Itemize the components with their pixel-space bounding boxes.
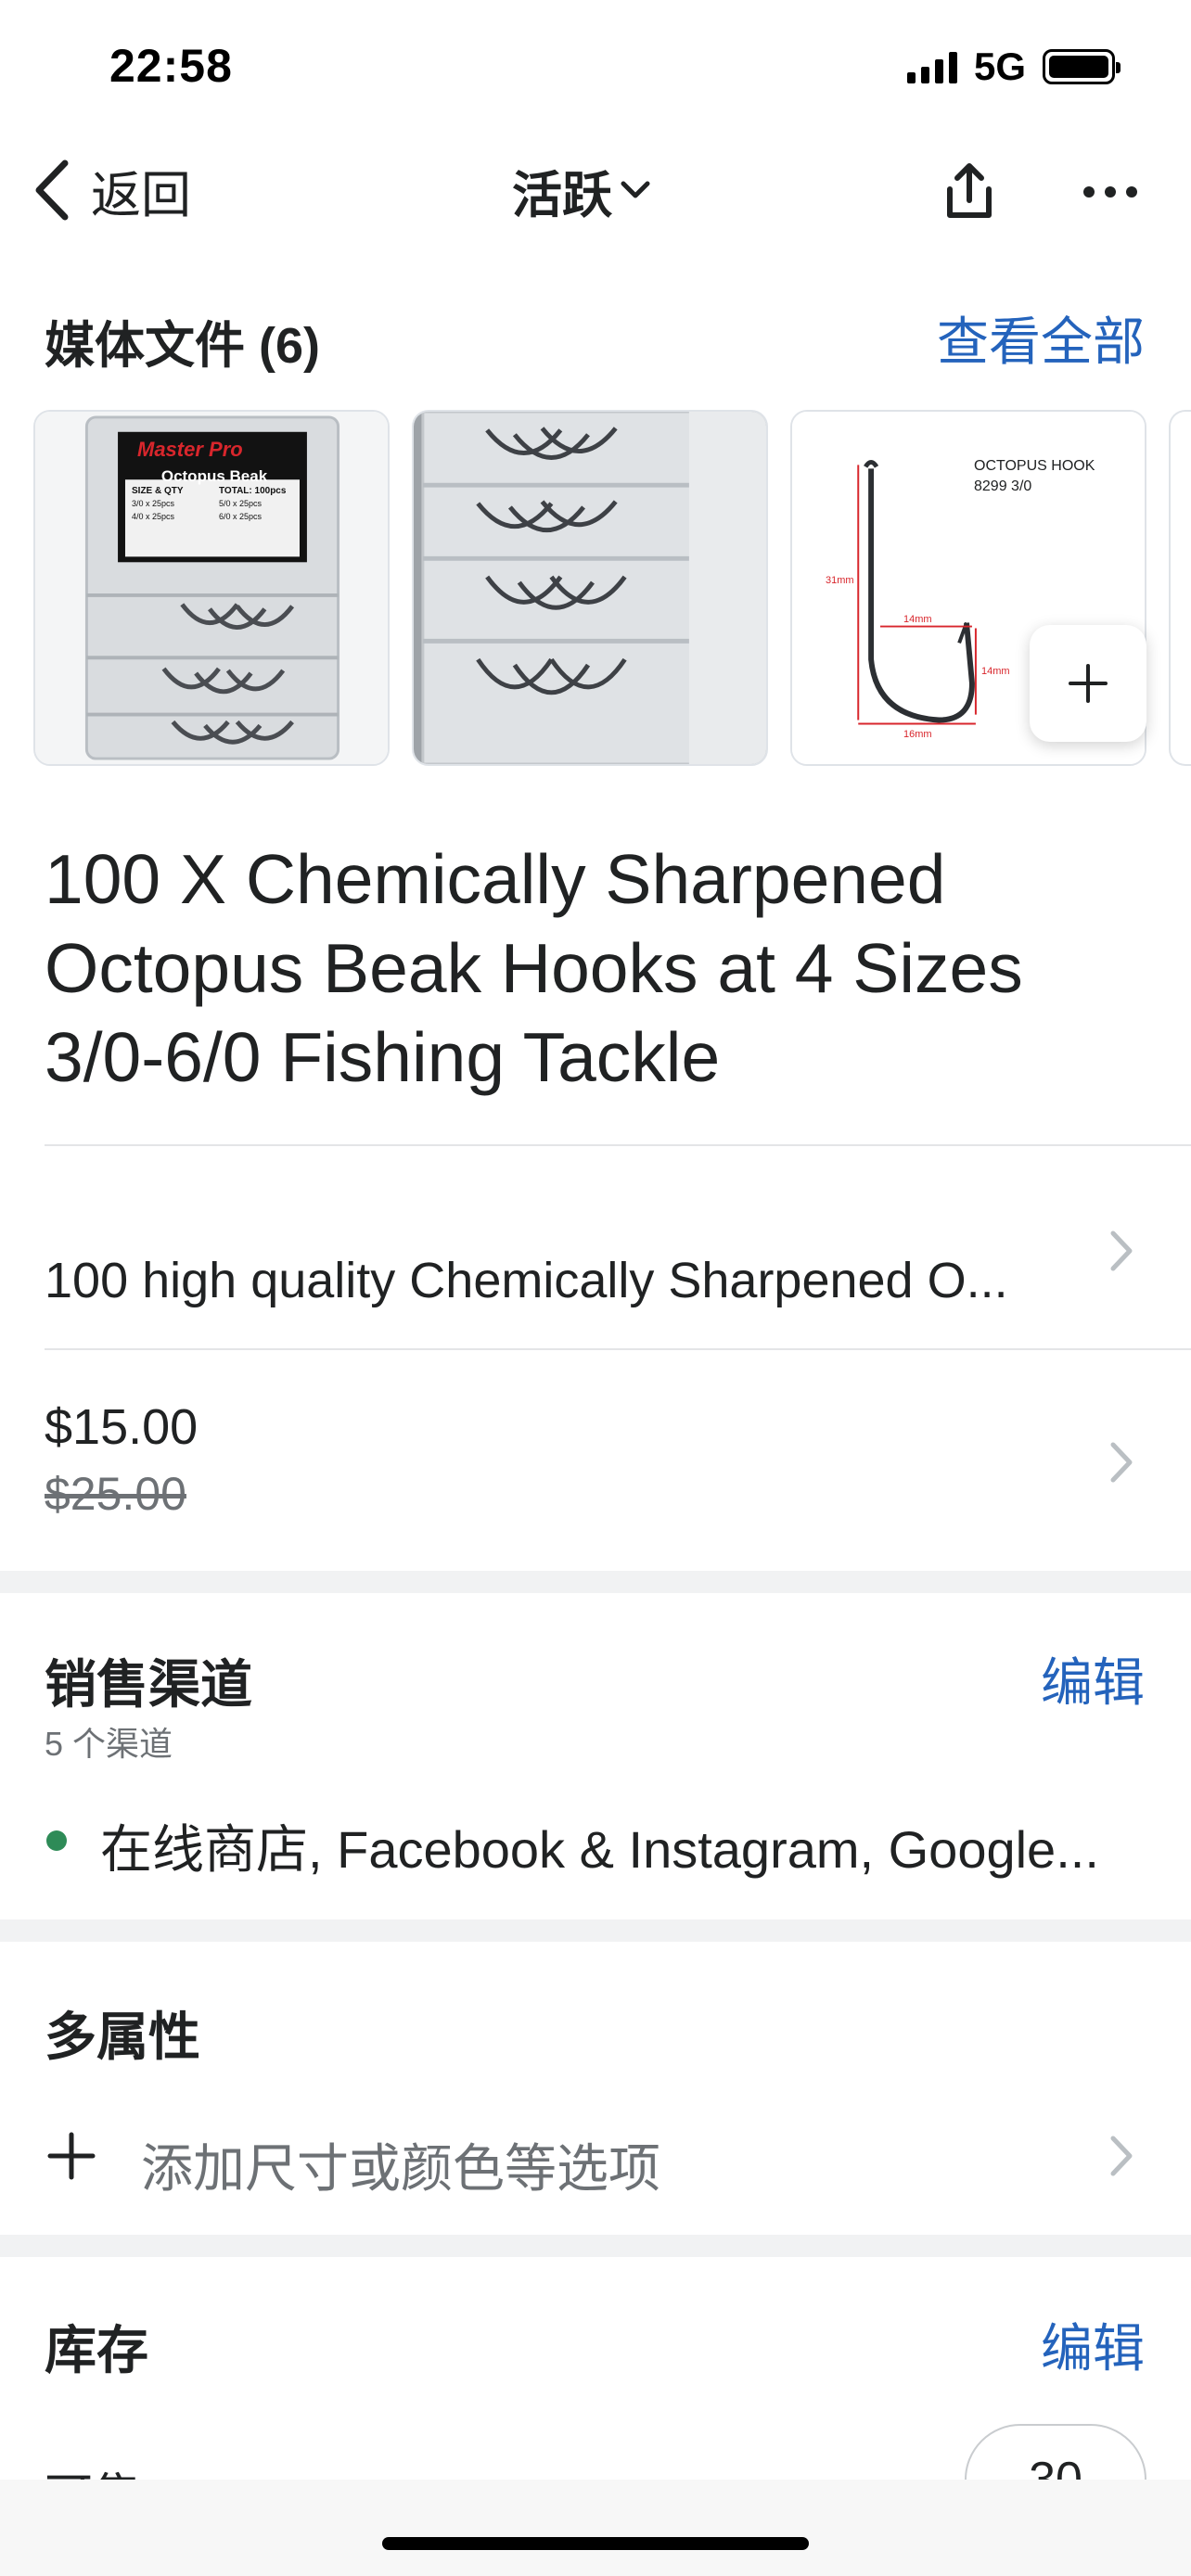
edit-inventory-link[interactable]: 编辑 [1041,2307,1145,2382]
box-size-row: 5/0 x 25pcs [219,499,263,508]
nav-bar: 返回 活跃 [0,139,1191,241]
diagram-label: 8299 3/0 [974,478,1032,494]
price: $15.00 [45,1399,198,1455]
battery-icon [1043,49,1121,84]
more-button[interactable] [1078,159,1143,224]
home-bar-area [0,2480,1191,2576]
plus-icon [47,2132,96,2180]
media-thumbnail[interactable]: Master Pro Octopus Beak SIZE & QTY TOTAL… [33,410,390,766]
diagram-label: OCTOPUS HOOK [974,458,1095,474]
section-separator [0,1571,1191,1593]
brand-logo-text: Master Pro [137,438,243,461]
dimension-label: 14mm [981,666,1010,677]
share-button[interactable] [937,159,1002,224]
network-label: 5G [973,45,1026,88]
dimension-label: 14mm [903,614,932,625]
chevron-left-icon [35,159,69,221]
edit-sales-channels-link[interactable]: 编辑 [1041,1641,1145,1716]
channel-status-dot [46,1830,67,1851]
box-size-row: 3/0 x 25pcs [132,499,175,508]
media-title: 媒体文件 (6) [45,318,320,374]
add-variant-label: 添加尺寸或颜色等选项 [141,2139,660,2198]
divider [45,1144,1191,1146]
status-dropdown[interactable]: 活跃 [512,159,651,223]
status-indicators: 5G [906,45,1121,89]
media-thumbnail[interactable] [412,410,768,766]
description-row[interactable]: 100 high quality Chemically Sharpened O.… [45,1205,1145,1335]
media-thumbnail[interactable] [1169,410,1191,766]
box-size-row: 6/0 x 25pcs [219,512,263,521]
back-label: 返回 [91,167,191,223]
plus-icon [1069,664,1108,703]
compare-at-price: $25.00 [45,1468,186,1520]
price-row[interactable]: $15.00 $25.00 [45,1350,1145,1563]
chevron-right-icon [1110,1442,1133,1483]
media-carousel[interactable]: Master Pro Octopus Beak SIZE & QTY TOTAL… [33,410,1191,766]
product-photo-hooks [414,412,766,764]
sales-channels-title: 销售渠道 [45,1655,252,1714]
status-bar: 22:58 5G [0,0,1191,130]
section-separator [0,1919,1191,1942]
dimension-label: 31mm [826,575,854,586]
description-preview: 100 high quality Chemically Sharpened O.… [45,1253,1008,1308]
channel-count: 5 个渠道 [45,1725,173,1763]
media-header: 媒体文件 (6) 查看全部 [45,295,1145,374]
dimension-label: 16mm [903,729,932,740]
share-icon [947,163,992,218]
channel-list: 在线商店, Facebook & Instagram, Google... [100,1820,1099,1879]
status-time: 22:58 [109,40,233,92]
chevron-right-icon [1110,1231,1133,1271]
chevron-right-icon [1110,2136,1133,2176]
add-variant-button[interactable]: 添加尺寸或颜色等选项 [45,2114,1145,2198]
status-title: 活跃 [512,167,612,223]
add-media-button[interactable] [1030,625,1146,742]
inventory-title: 库存 [45,2321,148,2379]
product-title[interactable]: 100 X Chemically Sharpened Octopus Beak … [45,835,1148,1102]
back-button[interactable]: 返回 [33,156,191,224]
more-icon [1083,186,1137,198]
box-size-header: SIZE & QTY [132,486,184,496]
view-all-link[interactable]: 查看全部 [937,300,1145,376]
signal-icon [906,50,957,83]
home-indicator[interactable] [382,2537,809,2550]
box-label: Master Pro Octopus Beak SIZE & QTY TOTAL… [119,432,310,564]
box-total-header: TOTAL: 100pcs [219,486,287,496]
box-size-row: 4/0 x 25pcs [132,512,175,521]
variants-title: 多属性 [45,2008,200,2066]
chevron-down-icon [621,181,650,198]
section-separator [0,2235,1191,2257]
box-product-name: Octopus Beak [160,467,268,485]
